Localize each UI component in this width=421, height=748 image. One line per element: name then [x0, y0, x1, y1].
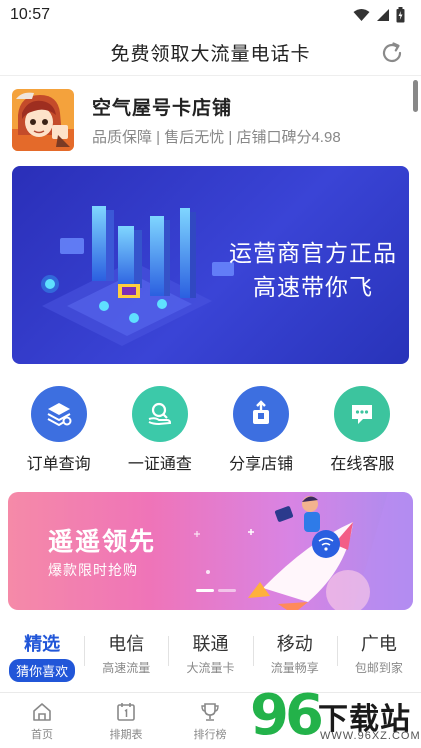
calendar-icon: [117, 703, 135, 721]
tab-title: 移动: [276, 634, 313, 654]
tab-subtitle: 大流量卡: [186, 661, 235, 675]
action-label: 分享店铺: [229, 456, 294, 473]
home-icon: [33, 703, 51, 721]
shop-name: 空气屋号卡店铺: [92, 98, 233, 119]
nav-schedule[interactable]: 排期表: [84, 693, 168, 748]
carousel-dot[interactable]: [196, 589, 214, 592]
banner-text-line1: 运营商官方正品: [229, 240, 397, 266]
promo-carousel[interactable]: 遥遥领先 爆款限时抢购: [8, 492, 413, 610]
action-share-shop[interactable]: 分享店铺: [216, 386, 306, 476]
status-bar: 10:57: [0, 0, 421, 30]
shop-description: 品质保障 | 售后无忧 | 店铺口碑分4.98: [92, 129, 341, 146]
nav-label: 排行榜: [193, 729, 227, 741]
tab-mobile[interactable]: 移动 流量畅享: [252, 630, 337, 680]
page-title: 免费领取大流量电话卡: [110, 44, 311, 65]
site-watermark: 96 下载站 WWW.96XZ.COM: [250, 688, 421, 748]
watermark-digits: 96: [250, 683, 324, 748]
tab-title: 精选: [24, 634, 61, 654]
action-label: 一证通查: [127, 456, 192, 473]
banner-text-line2: 高速带你飞: [253, 274, 373, 300]
tab-subtitle: 包邮到家: [354, 661, 403, 675]
hero-banner[interactable]: 运营商官方正品 高速带你飞: [12, 166, 409, 364]
scrollbar[interactable]: [413, 80, 418, 112]
nav-label: 排期表: [109, 729, 143, 741]
action-id-check[interactable]: 一证通查: [115, 386, 205, 476]
shop-info[interactable]: 空气屋号卡店铺 品质保障 | 售后无忧 | 店铺口碑分4.98: [12, 88, 408, 152]
id-check-icon: [131, 386, 188, 442]
nav-home[interactable]: 首页: [0, 693, 84, 748]
nav-label: 首页: [31, 729, 53, 741]
tab-telecom[interactable]: 电信 高速流量: [84, 630, 168, 680]
action-order-search[interactable]: 订单查询: [14, 386, 104, 476]
action-label: 在线客服: [330, 456, 395, 473]
watermark-url: WWW.96XZ.COM: [320, 730, 421, 742]
shop-avatar: [12, 89, 74, 151]
order-search-icon: [30, 386, 87, 442]
quick-actions: 订单查询 一证通查 分享店铺 在线客服: [0, 386, 421, 476]
carousel-dot[interactable]: [218, 589, 236, 592]
signal-icon: [377, 9, 389, 21]
battery-icon: [396, 7, 405, 23]
status-icons: [353, 7, 405, 23]
action-label: 订单查询: [26, 456, 91, 473]
tab-title: 广电: [360, 634, 397, 654]
shop-text: 空气屋号卡店铺 品质保障 | 售后无忧 | 店铺口碑分4.98: [92, 93, 341, 147]
tab-subtitle: 流量畅享: [270, 661, 319, 675]
app-header: 免费领取大流量电话卡: [0, 30, 421, 76]
wifi-icon: [353, 9, 370, 21]
tab-subtitle: 猜你喜欢: [9, 659, 76, 682]
category-tabs: 精选 猜你喜欢 电信 高速流量 联通 大流量卡 移动 流量畅享 广电 包邮到家: [0, 630, 421, 682]
refresh-icon[interactable]: [379, 40, 405, 66]
tab-subtitle: 高速流量: [102, 661, 151, 675]
tab-unicom[interactable]: 联通 大流量卡: [168, 630, 252, 680]
nav-ranking[interactable]: 排行榜: [168, 693, 252, 748]
trophy-icon: [201, 703, 219, 721]
tab-broadcast[interactable]: 广电 包邮到家: [336, 630, 421, 680]
action-online-support[interactable]: 在线客服: [317, 386, 407, 476]
tab-title: 电信: [108, 634, 145, 654]
tab-title: 联通: [192, 634, 229, 654]
status-time: 10:57: [10, 6, 51, 23]
tab-featured[interactable]: 精选 猜你喜欢: [0, 630, 84, 682]
promo-title: 遥遥领先: [48, 528, 157, 556]
share-icon: [233, 386, 290, 442]
carousel-dots: [196, 589, 236, 592]
promo-subtitle: 爆款限时抢购: [48, 562, 138, 578]
chat-icon: [334, 386, 391, 442]
